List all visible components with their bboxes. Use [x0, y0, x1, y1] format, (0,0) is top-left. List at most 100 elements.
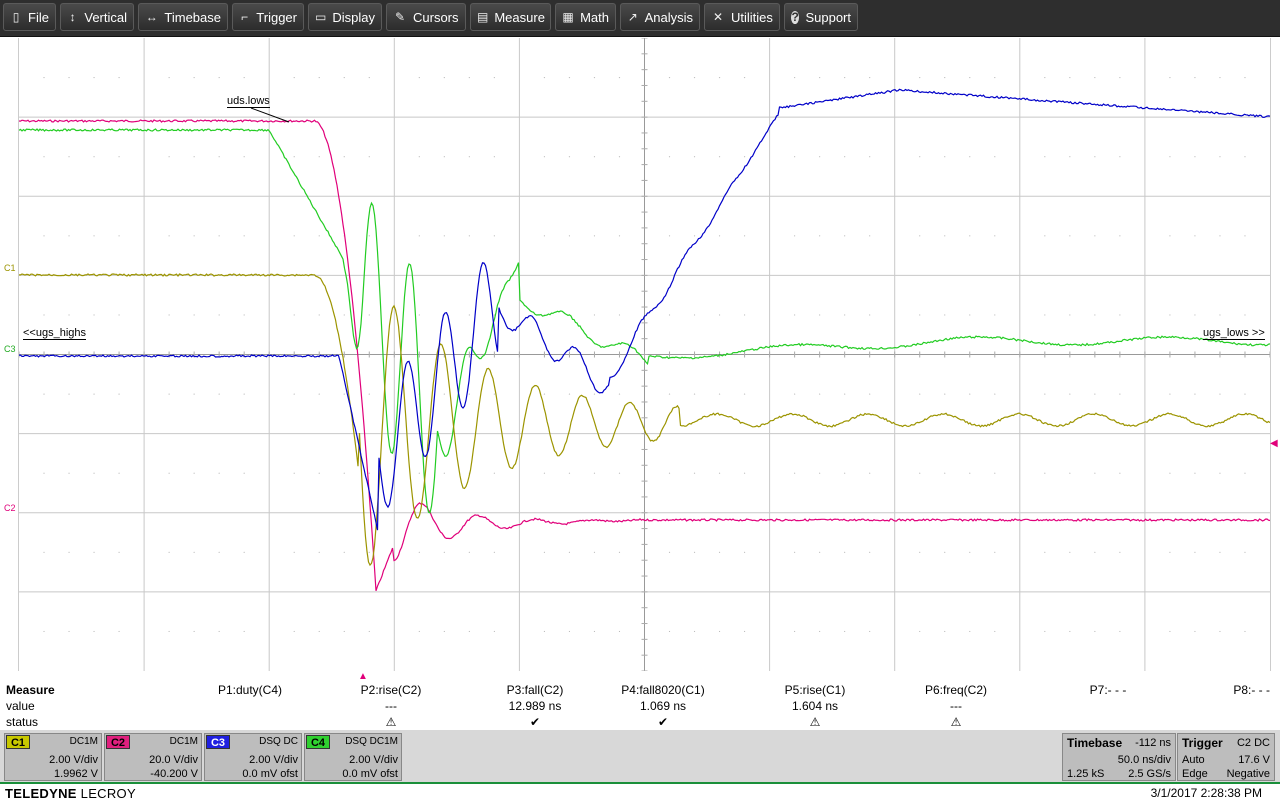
grid-dot: [1194, 235, 1196, 237]
grid-dot: [844, 472, 846, 474]
grid-dot: [618, 156, 621, 158]
grid-dot: [118, 393, 120, 395]
grid-dot: [68, 630, 70, 633]
grid-dot: [1069, 156, 1071, 158]
grid-dot: [468, 630, 470, 633]
grid-dot: [468, 314, 470, 316]
measure-param-3-name: P3:fall(C2): [506, 683, 564, 697]
grid-dot: [168, 156, 170, 158]
menu-analysis-button[interactable]: ↗ Analysis: [620, 3, 700, 31]
grid-dot: [593, 393, 596, 395]
menu-file-button[interactable]: ▯ File: [3, 3, 56, 31]
grid-dot: [218, 156, 220, 158]
grid-dot: [693, 630, 696, 633]
grid-dot: [869, 630, 871, 633]
channel-coupling: DC1M: [169, 736, 198, 747]
grid-dot: [794, 156, 796, 158]
grid-dot: [1194, 314, 1196, 316]
measure-title: Measure: [6, 683, 55, 697]
menu-math-button[interactable]: ▦ Math: [555, 3, 616, 31]
grid-dot: [93, 314, 95, 316]
menu-support-button[interactable]: ? Support: [784, 3, 858, 31]
grid-dot: [618, 551, 621, 553]
c1-offset-marker: C1: [4, 263, 16, 273]
measure-param-4-value: 1.069 ns: [639, 699, 687, 713]
menu-label: Trigger: [256, 9, 297, 25]
grid-dot: [293, 235, 295, 237]
grid-dot: [568, 551, 571, 553]
grid-dot: [1119, 235, 1121, 237]
grid-dot: [1069, 314, 1071, 316]
grid-dot: [443, 551, 445, 553]
grid-dot: [468, 551, 470, 553]
grid-dot: [718, 235, 721, 237]
grid-dot: [994, 630, 996, 633]
grid-dot: [168, 314, 170, 316]
grid-dot: [919, 630, 921, 633]
menu-display-button[interactable]: ▭ Display: [308, 3, 382, 31]
grid-dot: [1044, 393, 1046, 395]
grid-dot: [969, 156, 971, 158]
menu-utilities-button[interactable]: ✕ Utilities: [704, 3, 780, 31]
grid-dot: [869, 235, 871, 237]
menu-vertical-button[interactable]: ↕ Vertical: [60, 3, 134, 31]
grid-dot: [293, 393, 295, 395]
measure-param-2-value: ---: [385, 699, 397, 713]
measure-table[interactable]: Measure value status P1:duty(C4) P2:rise(…: [0, 681, 1280, 729]
grid-dot: [218, 630, 220, 633]
grid-dot: [318, 472, 320, 474]
trigger-icon: ⌐: [241, 10, 249, 24]
menu-cursors-button[interactable]: ✎ Cursors: [386, 3, 466, 31]
grid-dot: [118, 551, 120, 553]
grid-dot: [93, 393, 95, 395]
grid-dot: [718, 393, 721, 395]
channel-2-descriptor[interactable]: C2 DC1M 20.0 V/div -40.200 V: [104, 733, 202, 781]
trigger-descriptor[interactable]: Trigger C2 DC Auto 17.6 V Edge Negative: [1177, 733, 1275, 781]
grid-dot: [618, 235, 621, 237]
measure-param-5-value: 1.604 ns: [791, 699, 839, 713]
grid-dot: [1244, 235, 1246, 237]
grid-dot: [418, 314, 420, 316]
grid-dot: [1044, 472, 1046, 474]
grid-dot: [118, 76, 120, 79]
grid-dot: [293, 76, 295, 79]
grid-dot: [1044, 235, 1046, 237]
measure-param-6-name: P6:freq(C2): [924, 683, 988, 697]
measure-param-5-name: P5:rise(C1): [784, 683, 846, 697]
grid-dot: [43, 551, 45, 553]
grid-dot: [1194, 393, 1196, 395]
channel-1-descriptor[interactable]: C1 DC1M 2.00 V/div 1.9962 V: [4, 733, 102, 781]
channel-3-descriptor[interactable]: C3 DSQ DC 2.00 V/div 0.0 mV ofst: [204, 733, 302, 781]
menu-measure-button[interactable]: ▤ Measure: [470, 3, 551, 31]
menu-timebase-button[interactable]: ↔ Timebase: [138, 3, 228, 31]
grid-dot: [1094, 551, 1096, 553]
grid-dot: [743, 156, 746, 158]
grid-dot: [368, 472, 370, 474]
timebase-descriptor[interactable]: Timebase -112 ns 50.0 ns/div 1.25 kS 2.5 GS/…: [1062, 733, 1176, 781]
ugs-lows-label: ugs_lows >>: [1203, 327, 1265, 340]
grid-dot: [1069, 235, 1071, 237]
grid-dot: [819, 156, 821, 158]
grid-dot: [568, 472, 571, 474]
grid-dot: [543, 235, 546, 237]
date-time: 3/1/2017 2:28:38 PM: [1150, 786, 1262, 800]
grid-dot: [568, 156, 571, 158]
grid-dot: [243, 76, 245, 79]
menu-trigger-button[interactable]: ⌐ Trigger: [232, 3, 304, 31]
grid-dot: [718, 156, 721, 158]
grid-dot: [443, 235, 445, 237]
grid-dot: [593, 630, 596, 633]
grid-dot: [743, 551, 746, 553]
channel-4-descriptor[interactable]: C4 DSQ DC1M 2.00 V/div 0.0 mV ofst: [304, 733, 402, 781]
channel-tag: C3: [206, 735, 230, 749]
grid-dot: [593, 314, 596, 316]
grid-dot: [343, 393, 345, 395]
grid-dot: [1044, 156, 1046, 158]
grid-dot: [593, 76, 596, 79]
grid-dot: [1194, 551, 1196, 553]
channel-vdiv: 2.00 V/div: [349, 754, 398, 766]
waveform-grid[interactable]: uds.lows <<ugs_highs ugs_lows >>: [18, 38, 1271, 671]
grid-dot: [243, 630, 245, 633]
grid-dot: [1169, 472, 1171, 474]
grid-dot: [743, 630, 746, 633]
